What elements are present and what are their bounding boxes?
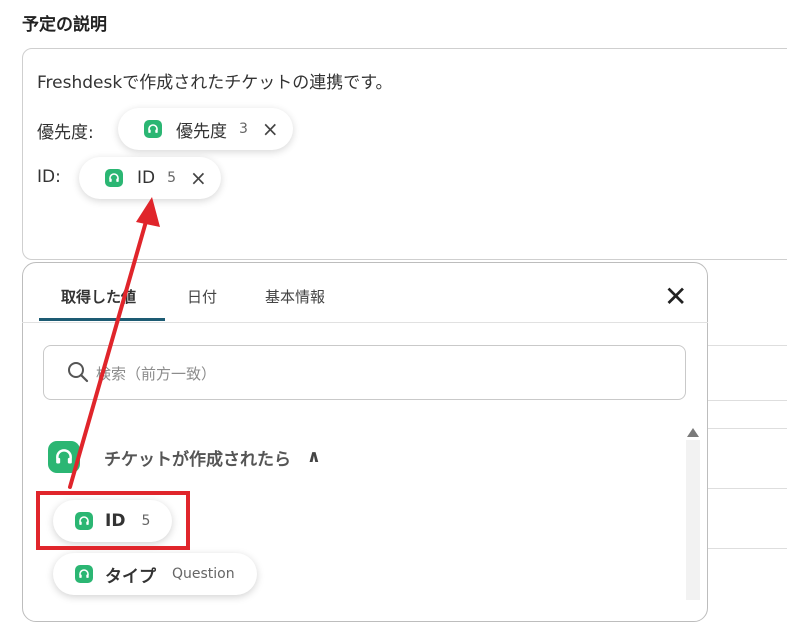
annotation-arrow-icon [68, 197, 160, 489]
